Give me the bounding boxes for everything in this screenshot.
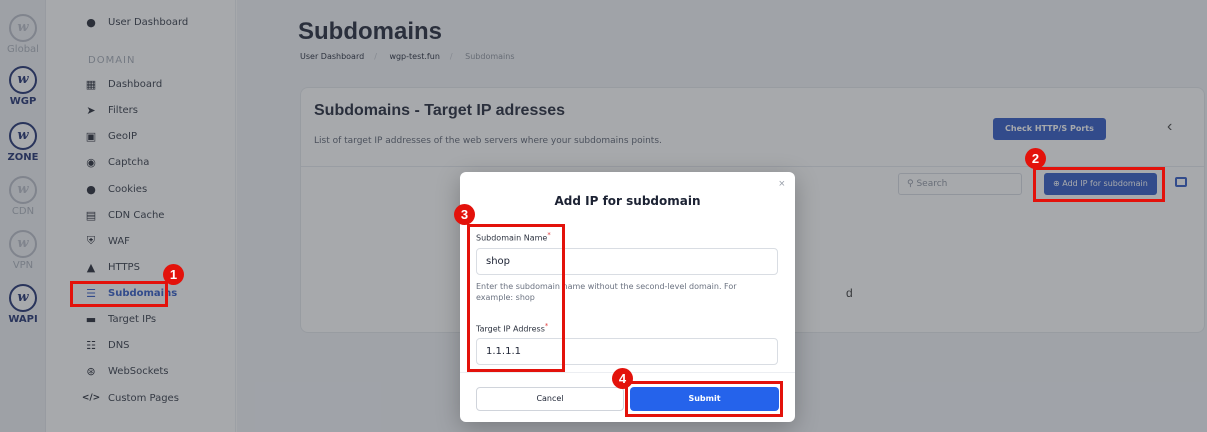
subdomain-name-input[interactable]: shop xyxy=(476,248,778,275)
subdomain-name-label: Subdomain Name* xyxy=(476,231,551,243)
required-mark: * xyxy=(544,322,549,330)
subdomain-name-label-text: Subdomain Name xyxy=(476,233,548,243)
subdomain-help-text: Enter the subdomain name without the sec… xyxy=(476,282,737,302)
target-ip-label-text: Target IP Address xyxy=(476,324,545,334)
step-badge-2: 2 xyxy=(1025,148,1046,169)
step-badge-4: 4 xyxy=(612,368,633,389)
cancel-button[interactable]: Cancel xyxy=(476,387,624,411)
required-mark: * xyxy=(547,231,551,239)
close-icon[interactable]: × xyxy=(779,178,785,190)
modal-title: Add IP for subdomain xyxy=(554,194,701,208)
submit-button[interactable]: Submit xyxy=(630,387,779,411)
target-ip-label: Target IP Address* xyxy=(476,322,548,334)
target-ip-input[interactable]: 1.1.1.1 xyxy=(476,338,778,365)
step-badge-1: 1 xyxy=(163,264,184,285)
step-badge-3: 3 xyxy=(454,204,475,225)
